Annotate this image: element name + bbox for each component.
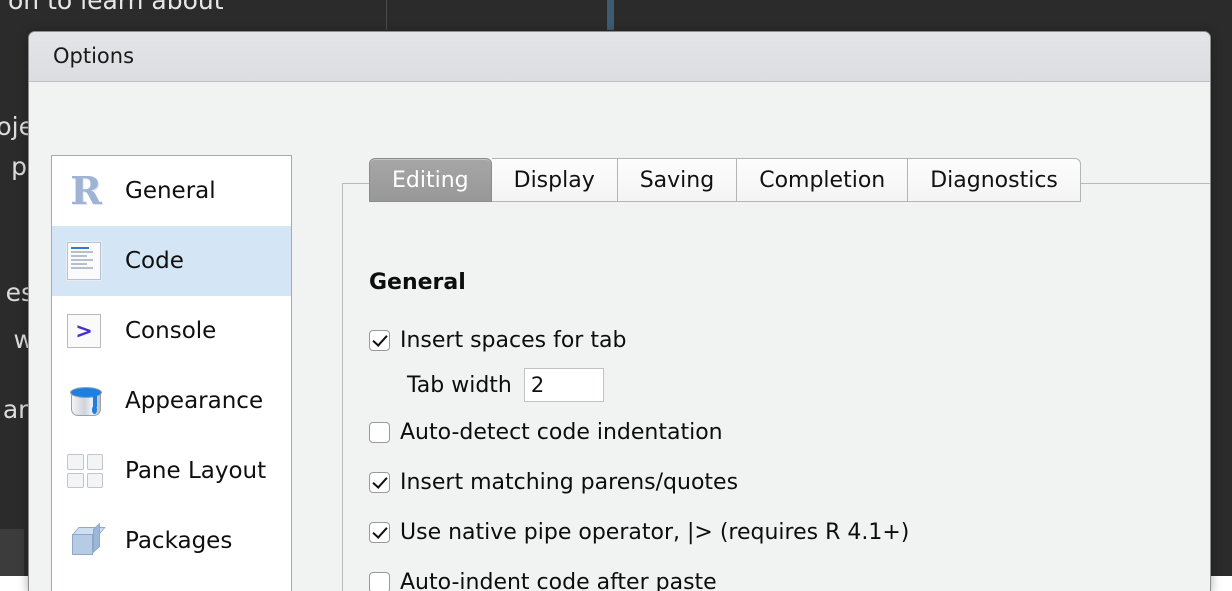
tab-diagnostics[interactable]: Diagnostics [908,158,1081,202]
checkbox-use-native-pipe-operator[interactable] [369,522,390,543]
checkbox-label-insert-matching-parens-quotes: Insert matching parens/quotes [400,470,738,495]
checkbox-row-use-native-pipe-operator[interactable]: Use native pipe operator, |> (requires R… [369,520,909,545]
package-box-icon [67,522,105,560]
checkbox-insert-spaces-for-tab[interactable] [369,330,390,351]
sidebar-item-general[interactable]: R General [52,156,291,226]
tab-display[interactable]: Display [492,158,618,202]
sidebar-item-console[interactable]: > Console [52,296,291,366]
sidebar-item-label-console: Console [125,318,216,344]
code-document-icon [67,242,105,280]
dialog-title: Options [53,44,134,68]
checkbox-row-auto-indent-code-after-paste[interactable]: Auto-indent code after paste [369,570,717,591]
checkbox-label-insert-spaces-for-tab: Insert spaces for tab [400,328,626,353]
sidebar-item-label-packages: Packages [125,528,232,554]
paint-can-icon [67,382,105,420]
background-lower-panel [0,529,24,576]
sidebar-item-label-general: General [125,178,216,204]
sidebar-item-label-appearance: Appearance [125,388,263,414]
sidebar-item-label-pane-layout: Pane Layout [125,458,266,484]
sidebar-item-label-code: Code [125,248,184,274]
section-heading-general: General [369,270,466,295]
checkbox-auto-detect-code-indentation[interactable] [369,422,390,443]
sidebar-item-packages[interactable]: Packages [52,506,291,576]
background-pane-divider [386,0,387,30]
dialog-body: R General Code > Console [29,82,1210,591]
background-text-top: on to learn about [8,0,224,15]
checkbox-row-auto-detect-code-indentation[interactable]: Auto-detect code indentation [369,420,723,445]
console-prompt-icon: > [67,312,105,350]
options-dialog: Options R General Code > Consol [28,31,1211,591]
tab-content-editing: General Insert spaces for tab Tab width … [342,183,1211,591]
tab-saving[interactable]: Saving [618,158,738,202]
r-logo-icon: R [67,172,105,210]
checkbox-row-insert-spaces-for-tab[interactable]: Insert spaces for tab [369,328,626,353]
background-accent-bar [607,0,614,30]
pane-grid-icon [67,452,105,490]
checkbox-row-insert-matching-parens-quotes[interactable]: Insert matching parens/quotes [369,470,738,495]
options-sidebar[interactable]: R General Code > Console [51,155,292,591]
checkbox-auto-indent-code-after-paste[interactable] [369,572,390,591]
sidebar-item-r-markdown[interactable]: Rmd R Markdown [52,576,291,591]
tab-editing[interactable]: Editing [369,158,492,202]
checkbox-label-use-native-pipe-operator: Use native pipe operator, |> (requires R… [400,520,909,545]
tab-bar: Editing Display Saving Completion Diagno… [369,158,1081,202]
checkbox-label-auto-detect-code-indentation: Auto-detect code indentation [400,420,723,445]
tab-width-label: Tab width [407,373,512,398]
tab-width-input[interactable] [524,368,604,402]
tab-width-row[interactable]: Tab width [407,368,604,402]
sidebar-item-code[interactable]: Code [52,226,291,296]
sidebar-item-pane-layout[interactable]: Pane Layout [52,436,291,506]
tab-completion[interactable]: Completion [737,158,908,202]
sidebar-item-appearance[interactable]: Appearance [52,366,291,436]
checkbox-label-auto-indent-code-after-paste: Auto-indent code after paste [400,570,717,591]
dialog-titlebar: Options [29,32,1210,82]
checkbox-insert-matching-parens-quotes[interactable] [369,472,390,493]
